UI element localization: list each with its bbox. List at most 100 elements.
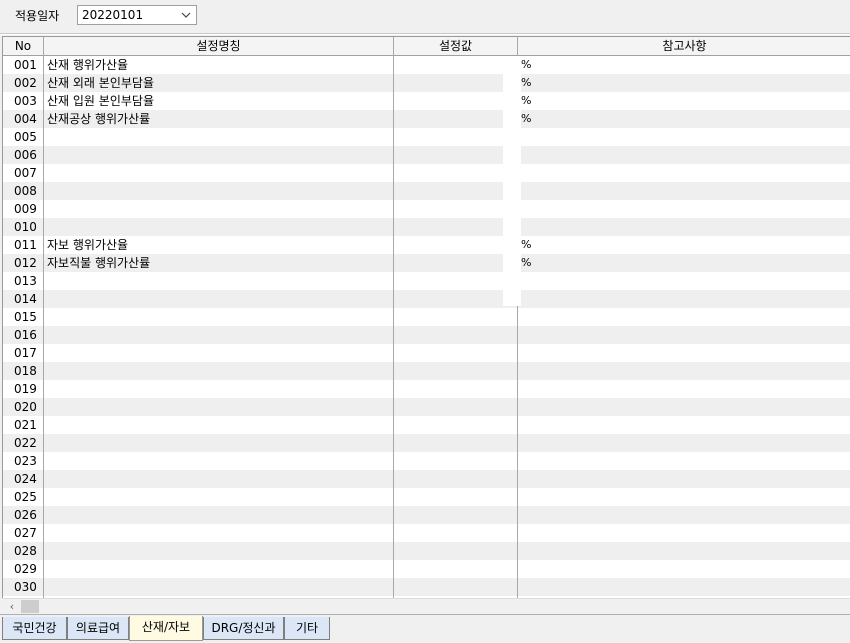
table-row[interactable]: 024 bbox=[3, 470, 850, 488]
column-header-value[interactable]: 설정값 bbox=[394, 37, 518, 55]
setting-value-cell[interactable] bbox=[394, 218, 504, 236]
tab-industrial-auto[interactable]: 산재/자보 bbox=[129, 616, 203, 641]
table-row[interactable]: 017 bbox=[3, 344, 850, 362]
tab-medical-aid[interactable]: 의료급여 bbox=[67, 617, 129, 640]
settings-grid[interactable]: No 설정명칭 설정값 참고사항 001 산재 행위가산율% 002 산재 외래 본인… bbox=[2, 36, 850, 598]
column-header-name[interactable]: 설정명칭 bbox=[44, 37, 394, 55]
table-row[interactable]: 015 bbox=[3, 308, 850, 326]
grid-body: 001 산재 행위가산율% 002 산재 외래 본인부담율% 003 산재 입원 본인부담… bbox=[3, 56, 850, 596]
setting-value-cell[interactable] bbox=[394, 56, 504, 74]
setting-value-cell[interactable] bbox=[394, 110, 504, 128]
row-number: 009 bbox=[14, 202, 37, 216]
setting-name-cell bbox=[44, 578, 393, 596]
row-number: 005 bbox=[14, 130, 37, 144]
unit-cell bbox=[518, 398, 538, 416]
setting-value-cell[interactable] bbox=[394, 128, 504, 146]
scroll-thumb[interactable] bbox=[21, 600, 39, 613]
table-row[interactable]: 005 bbox=[3, 128, 850, 146]
table-row[interactable]: 020 bbox=[3, 398, 850, 416]
setting-value-cell[interactable] bbox=[394, 488, 504, 506]
table-row[interactable]: 010 bbox=[3, 218, 850, 236]
setting-name-cell bbox=[44, 380, 393, 398]
unit-cell bbox=[518, 470, 538, 488]
table-row[interactable]: 018 bbox=[3, 362, 850, 380]
setting-value-cell[interactable] bbox=[394, 326, 504, 344]
row-number: 010 bbox=[14, 220, 37, 234]
table-row[interactable]: 011 자보 행위가산율% bbox=[3, 236, 850, 254]
column-header-no[interactable]: No bbox=[3, 37, 44, 55]
setting-name-cell bbox=[44, 524, 393, 542]
setting-name-cell bbox=[44, 506, 393, 524]
table-row[interactable]: 022 bbox=[3, 434, 850, 452]
row-number: 008 bbox=[14, 184, 37, 198]
setting-name-cell: 자보직불 행위가산률 bbox=[47, 256, 151, 270]
setting-value-cell[interactable] bbox=[394, 146, 504, 164]
scroll-left-icon[interactable]: ‹ bbox=[4, 600, 20, 614]
tab-etc[interactable]: 기타 bbox=[284, 617, 330, 640]
table-row[interactable]: 027 bbox=[3, 524, 850, 542]
column-header-note[interactable]: 참고사항 bbox=[518, 37, 850, 55]
setting-value-cell[interactable] bbox=[394, 452, 504, 470]
table-row[interactable]: 007 bbox=[3, 164, 850, 182]
table-row[interactable]: 026 bbox=[3, 506, 850, 524]
unit-cell bbox=[518, 578, 538, 596]
table-row[interactable]: 021 bbox=[3, 416, 850, 434]
chevron-down-icon[interactable] bbox=[178, 7, 194, 23]
setting-value-cell[interactable] bbox=[394, 506, 504, 524]
setting-value-cell[interactable] bbox=[394, 416, 504, 434]
setting-value-cell[interactable] bbox=[394, 254, 504, 272]
unit-cell bbox=[518, 380, 538, 398]
unit-cell bbox=[518, 452, 538, 470]
table-row[interactable]: 016 bbox=[3, 326, 850, 344]
table-row[interactable]: 006 bbox=[3, 146, 850, 164]
setting-value-cell[interactable] bbox=[394, 542, 504, 560]
column-divider bbox=[393, 37, 394, 598]
setting-value-cell[interactable] bbox=[394, 380, 504, 398]
table-row[interactable]: 019 bbox=[3, 380, 850, 398]
setting-value-cell[interactable] bbox=[394, 164, 504, 182]
table-row[interactable]: 004 산재공상 행위가산률% bbox=[3, 110, 850, 128]
table-row[interactable]: 029 bbox=[3, 560, 850, 578]
table-row[interactable]: 003 산재 입원 본인부담율% bbox=[3, 92, 850, 110]
setting-name-cell bbox=[44, 182, 393, 200]
setting-value-cell[interactable] bbox=[394, 434, 504, 452]
setting-value-cell[interactable] bbox=[394, 308, 504, 326]
setting-name-cell bbox=[44, 344, 393, 362]
row-number: 016 bbox=[14, 328, 37, 342]
setting-value-cell[interactable] bbox=[394, 236, 504, 254]
setting-value-cell[interactable] bbox=[394, 272, 504, 290]
table-row[interactable]: 023 bbox=[3, 452, 850, 470]
setting-value-cell[interactable] bbox=[394, 74, 504, 92]
table-row[interactable]: 002 산재 외래 본인부담율% bbox=[3, 74, 850, 92]
setting-value-cell[interactable] bbox=[394, 290, 504, 308]
setting-value-cell[interactable] bbox=[394, 398, 504, 416]
table-row[interactable]: 001 산재 행위가산율% bbox=[3, 56, 850, 74]
setting-value-cell[interactable] bbox=[394, 182, 504, 200]
setting-value-cell[interactable] bbox=[394, 470, 504, 488]
setting-value-cell[interactable] bbox=[394, 200, 504, 218]
table-row[interactable]: 013 bbox=[3, 272, 850, 290]
table-row[interactable]: 028 bbox=[3, 542, 850, 560]
setting-value-cell[interactable] bbox=[394, 560, 504, 578]
row-number: 025 bbox=[14, 490, 37, 504]
table-row[interactable]: 012 자보직불 행위가산률% bbox=[3, 254, 850, 272]
unit-cell bbox=[518, 164, 538, 182]
table-row[interactable]: 009 bbox=[3, 200, 850, 218]
tab-drg-psychiatry[interactable]: DRG/정신과 bbox=[203, 617, 284, 640]
setting-value-cell[interactable] bbox=[394, 344, 504, 362]
setting-value-cell[interactable] bbox=[394, 362, 504, 380]
table-row[interactable]: 025 bbox=[3, 488, 850, 506]
table-row[interactable]: 030 bbox=[3, 578, 850, 596]
setting-value-cell[interactable] bbox=[394, 92, 504, 110]
setting-name-cell bbox=[44, 200, 393, 218]
date-combobox[interactable]: 20220101 bbox=[77, 5, 197, 25]
row-number: 018 bbox=[14, 364, 37, 378]
row-number: 006 bbox=[14, 148, 37, 162]
setting-value-cell[interactable] bbox=[394, 524, 504, 542]
tab-national-health[interactable]: 국민건강 bbox=[2, 617, 67, 640]
setting-name-cell bbox=[44, 218, 393, 236]
setting-value-cell[interactable] bbox=[394, 578, 504, 596]
horizontal-scrollbar[interactable]: ‹ bbox=[2, 598, 850, 614]
table-row[interactable]: 008 bbox=[3, 182, 850, 200]
table-row[interactable]: 014 bbox=[3, 290, 850, 308]
